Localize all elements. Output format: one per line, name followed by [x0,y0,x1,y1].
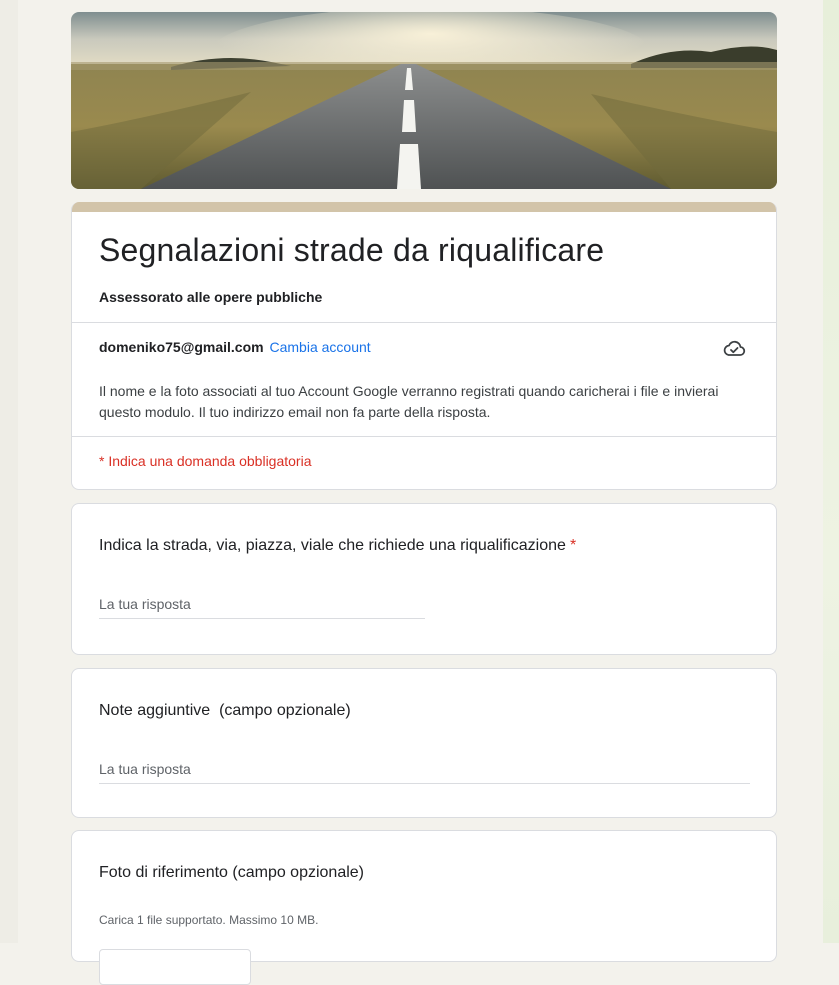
switch-account-link[interactable]: Cambia account [269,339,370,355]
header-accent-bar [72,202,776,212]
form-title: Segnalazioni strade da riqualificare [99,232,605,268]
question-label: Foto di riferimento (campo opzionale) [99,864,365,881]
question-card-photo: Foto di riferimento (campo opzionale) Ca… [71,830,777,985]
question-card-street: Indica la strada, via, piazza, viale che… [71,503,777,655]
required-note: * Indica una domanda obbligatoria [99,453,312,469]
required-asterisk: * [569,537,577,554]
question-text: Indica la strada, via, piazza, viale che… [99,537,566,554]
divider [72,436,776,437]
notes-answer-input[interactable] [99,761,750,784]
page-edge-right [823,0,839,943]
question-label: Note aggiuntive (campo opzionale) [99,702,351,719]
privacy-note: Il nome e la foto associati al tuo Accou… [99,383,719,420]
question-label: Indica la strada, via, piazza, viale che… [99,537,576,555]
upload-hint: Carica 1 file supportato. Massimo 10 MB. [99,913,319,927]
page-edge-left [0,0,18,943]
account-email: domeniko75@gmail.com [99,339,264,355]
question-card-notes: Note aggiuntive (campo opzionale) [71,668,777,818]
cloud-check-icon [723,340,746,356]
divider [72,322,776,323]
form-header-card: Segnalazioni strade da riqualificare Ass… [71,202,777,490]
header-banner-image [71,12,777,189]
account-row: domeniko75@gmail.com Cambia account [99,339,371,355]
form-description: Assessorato alle opere pubbliche [99,289,323,305]
add-file-button[interactable] [99,949,251,985]
street-answer-input[interactable] [99,596,425,619]
